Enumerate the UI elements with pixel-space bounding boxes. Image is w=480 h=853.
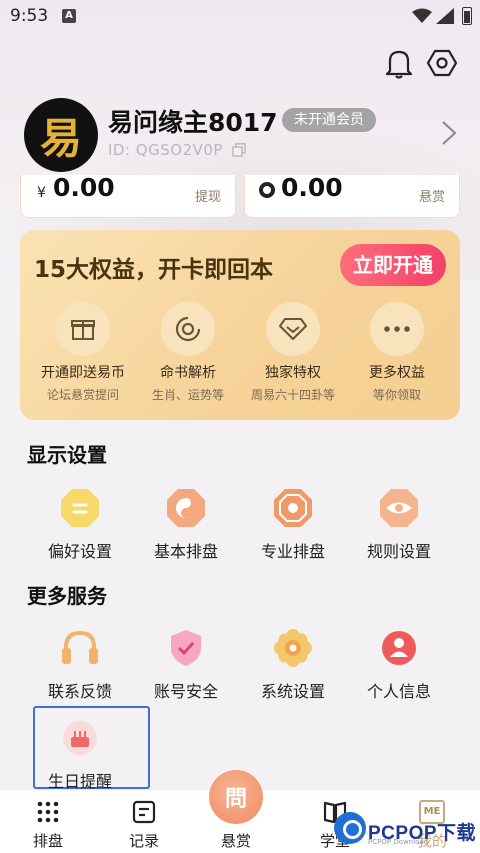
rule-settings[interactable]: 规则设置 xyxy=(346,486,452,562)
nav-paipan[interactable]: 排盘 xyxy=(13,798,83,851)
grid-item-label: 账号安全 xyxy=(153,682,218,701)
username: 易问缘主8017 xyxy=(108,108,278,137)
grid-item-label: 专业排盘 xyxy=(260,542,325,561)
grid-item-label: 偏好设置 xyxy=(47,542,112,561)
watermark: PCPOP下载 PCPOP Download xyxy=(330,808,480,853)
signal-icon xyxy=(436,8,454,24)
account-security[interactable]: 账号安全 xyxy=(133,626,239,702)
vip-item-coins[interactable]: 开通即送易币 论坛悬赏提问 xyxy=(28,302,138,403)
reward-amount: 0.00 xyxy=(281,173,343,202)
watermark-subtext: PCPOP Download xyxy=(368,838,429,846)
bell-icon[interactable] xyxy=(382,46,416,80)
status-bar: 9:53 A xyxy=(0,0,480,34)
grid-item-label: 联系反馈 xyxy=(47,682,112,701)
vip-item-title: 独家特权 xyxy=(265,365,321,381)
vip-item-privilege[interactable]: 独家特权 周易六十四卦等 xyxy=(238,302,348,403)
gear-icon[interactable] xyxy=(425,46,459,80)
vip-item-title: 开通即送易币 xyxy=(41,365,125,381)
vip-item-subtitle: 等你领取 xyxy=(372,388,421,402)
vip-title: 15大权益，开卡即回本 xyxy=(34,257,274,283)
contact-feedback[interactable]: 联系反馈 xyxy=(27,626,133,702)
more-icon xyxy=(370,302,424,356)
target-icon xyxy=(161,302,215,356)
vip-item-destiny[interactable]: 命书解析 生肖、运势等 xyxy=(133,302,243,403)
member-badge[interactable]: 未开通会员 xyxy=(282,108,376,132)
system-settings[interactable]: 系统设置 xyxy=(240,626,346,702)
headset-icon xyxy=(58,626,102,670)
battery-icon xyxy=(462,7,472,25)
taiji-icon xyxy=(164,486,208,530)
bagua-icon xyxy=(271,486,315,530)
grid-item-label: 系统设置 xyxy=(260,682,325,701)
copy-icon[interactable] xyxy=(232,143,246,157)
birthday-reminder[interactable]: 生日提醒 xyxy=(27,716,133,792)
chevron-right-icon[interactable] xyxy=(440,120,458,146)
currency-symbol: ¥ xyxy=(37,185,46,201)
grid-item-label: 基本排盘 xyxy=(153,542,218,561)
user-id: ID: QGSO2V0P xyxy=(108,141,223,159)
grid-item-label: 个人信息 xyxy=(366,682,431,701)
vip-item-more[interactable]: 更多权益 等你领取 xyxy=(342,302,452,403)
nav-records[interactable]: 记录 xyxy=(109,798,179,851)
grid-item-label: 规则设置 xyxy=(366,542,431,561)
pro-chart-settings[interactable]: 专业排盘 xyxy=(240,486,346,562)
nav-label: 排盘 xyxy=(32,832,63,850)
balance-card[interactable]: ¥ 0.00 提现 xyxy=(20,173,236,218)
vip-item-title: 更多权益 xyxy=(369,365,425,381)
watermark-logo xyxy=(334,812,366,844)
person-icon xyxy=(377,626,421,670)
balance-amount: 0.00 xyxy=(53,173,115,202)
vip-item-subtitle: 周易六十四卦等 xyxy=(250,388,335,402)
diamond-icon xyxy=(266,302,320,356)
vip-card: 15大权益，开卡即回本 立即开通 开通即送易币 论坛悬赏提问 命书解析 生肖、运… xyxy=(20,230,460,420)
nav-label: 记录 xyxy=(128,832,159,850)
vip-item-subtitle: 生肖、运势等 xyxy=(151,388,224,402)
vip-item-subtitle: 论坛悬赏提问 xyxy=(46,388,119,402)
reward-link[interactable]: 悬赏 xyxy=(419,186,445,205)
display-settings-title: 显示设置 xyxy=(27,443,107,467)
ask-glyph: 問 xyxy=(224,786,247,812)
preference-settings[interactable]: 偏好设置 xyxy=(27,486,133,562)
more-services-title: 更多服务 xyxy=(27,584,107,608)
coin-icon xyxy=(259,182,275,198)
flower-gear-icon xyxy=(271,626,315,670)
grid-dots-icon xyxy=(13,798,83,826)
cake-icon xyxy=(58,716,102,760)
status-time: 9:53 xyxy=(10,6,49,26)
open-vip-button[interactable]: 立即开通 xyxy=(340,244,446,286)
preference-icon xyxy=(58,486,102,530)
vip-item-title: 命书解析 xyxy=(160,365,216,381)
personal-info[interactable]: 个人信息 xyxy=(346,626,452,702)
shield-icon xyxy=(164,626,208,670)
reward-card[interactable]: 0.00 悬赏 xyxy=(244,173,460,218)
avatar[interactable]: 易 xyxy=(24,98,98,172)
ask-icon[interactable]: 問 xyxy=(209,770,263,824)
gift-icon xyxy=(56,302,110,356)
withdraw-link[interactable]: 提现 xyxy=(195,186,221,205)
record-icon xyxy=(109,798,179,826)
wifi-icon xyxy=(412,8,432,23)
eye-icon xyxy=(377,486,421,530)
basic-chart-settings[interactable]: 基本排盘 xyxy=(133,486,239,562)
nav-label: 悬赏 xyxy=(220,832,251,850)
notification-icon: A xyxy=(62,9,76,23)
avatar-glyph: 易 xyxy=(39,113,82,163)
